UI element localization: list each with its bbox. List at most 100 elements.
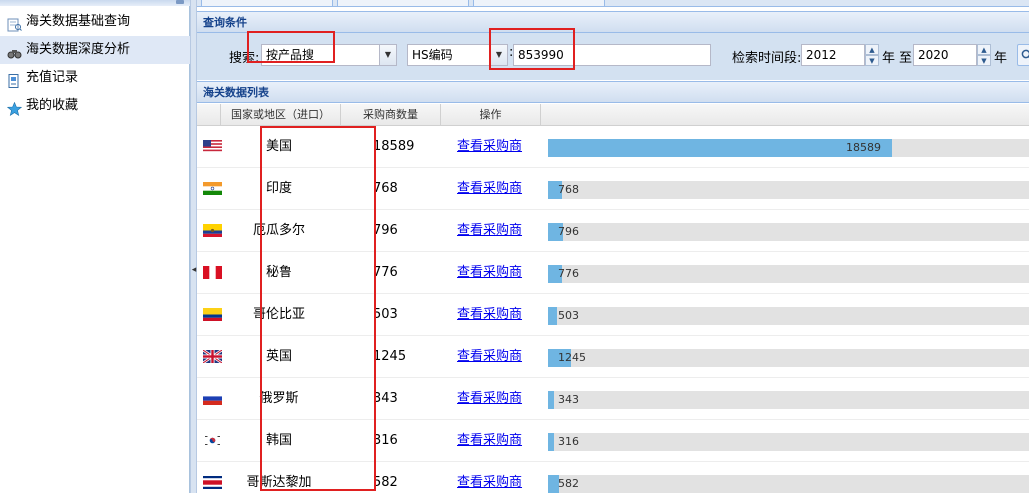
sidebar-collapse-tool[interactable]	[176, 0, 184, 4]
search-mode-select[interactable]: 按产品搜 ▼	[261, 44, 397, 66]
query-panel-header: 查询条件	[197, 11, 1029, 33]
view-buyers-link[interactable]: 查看采购商	[457, 126, 522, 168]
buyer-count-bar-track: 18589	[548, 139, 1029, 157]
buyer-count: 1245	[373, 349, 407, 364]
view-buyers-link[interactable]: 查看采购商	[457, 378, 522, 420]
buyer-count-bar-track: 503	[548, 307, 1029, 325]
spin-up-icon[interactable]: ▲	[865, 44, 879, 55]
sidebar: 海关数据基础查询 海关数据深度分析 充值记录 我的收藏	[0, 0, 190, 493]
table-row: 秘鲁 776 查看采购商 776	[197, 252, 1029, 294]
table-row: 俄罗斯 343 查看采购商 343	[197, 378, 1029, 420]
tab-strip	[197, 0, 1029, 7]
bar-value-label: 18589	[846, 141, 881, 154]
view-buyers-link[interactable]: 查看采购商	[457, 462, 522, 493]
chevron-down-icon[interactable]: ▼	[490, 45, 507, 65]
sidebar-item-recharge[interactable]: 充值记录	[0, 64, 190, 92]
table-row: 厄瓜多尔 796 查看采购商 796	[197, 210, 1029, 252]
year-to-input[interactable]: 2020 ▲ ▼	[913, 44, 991, 66]
chevron-down-icon[interactable]: ▼	[379, 45, 396, 65]
year-unit-label: 年	[882, 51, 896, 66]
bar-value-label: 343	[558, 393, 579, 406]
list-column-headers: 国家或地区（进口） 采购商数量 操作	[197, 104, 1029, 126]
star-icon	[6, 99, 23, 116]
bar-value-label: 796	[558, 225, 579, 238]
table-row: 印度 768 查看采购商 768	[197, 168, 1029, 210]
buyer-count: 503	[373, 307, 398, 322]
main-content: 查询条件 搜索: 按产品搜 ▼ HS编码 ▼ : 853990 检索时间段: 2…	[197, 0, 1029, 493]
bar-value-label: 768	[558, 183, 579, 196]
buyer-count: 768	[373, 181, 398, 196]
table-row: 美国 18589 查看采购商 18589	[197, 126, 1029, 168]
view-buyers-link[interactable]: 查看采购商	[457, 252, 522, 294]
code-type-select[interactable]: HS编码 ▼	[407, 44, 508, 66]
country-name: 哥伦比亚	[252, 307, 305, 322]
view-buyers-link[interactable]: 查看采购商	[457, 420, 522, 462]
country-name: 俄罗斯	[259, 391, 299, 406]
buyer-count: 582	[373, 475, 398, 490]
search-icon	[1021, 49, 1029, 59]
data-list: 美国 18589 查看采购商 18589 印度 768 查看采购商 768 厄瓜多尔 796 查看采…	[197, 126, 1029, 493]
country-name: 韩国	[265, 433, 292, 448]
column-header-buyer-count[interactable]: 采购商数量	[341, 104, 441, 126]
buyer-count-bar-track: 776	[548, 265, 1029, 283]
buyer-count-bar-track: 1245	[548, 349, 1029, 367]
sidebar-item-label: 充值记录	[26, 70, 79, 85]
sidebar-item-deep-analysis[interactable]: 海关数据深度分析	[0, 36, 190, 64]
view-buyers-link[interactable]: 查看采购商	[457, 210, 522, 252]
to-label: 至	[899, 51, 913, 66]
buyer-count-bar-track: 316	[548, 433, 1029, 451]
column-header-country[interactable]: 国家或地区（进口）	[221, 104, 341, 126]
code-type-value: HS编码	[412, 48, 453, 62]
spin-down-icon[interactable]: ▼	[977, 55, 991, 66]
view-buyers-link[interactable]: 查看采购商	[457, 168, 522, 210]
sidebar-item-label: 我的收藏	[26, 98, 79, 113]
buyer-count-bar-track: 768	[548, 181, 1029, 199]
document-search-icon	[7, 15, 22, 32]
column-header-action[interactable]: 操作	[441, 104, 541, 126]
buyer-count: 343	[373, 391, 398, 406]
view-buyers-link[interactable]: 查看采购商	[457, 294, 522, 336]
spin-up-icon[interactable]: ▲	[977, 44, 991, 55]
panel-splitter[interactable]: ◂	[190, 0, 197, 493]
search-button[interactable]	[1017, 44, 1029, 66]
bar-value-label: 1245	[558, 351, 586, 364]
buyer-count: 316	[373, 433, 398, 448]
binoculars-icon	[7, 43, 22, 59]
country-name: 英国	[265, 349, 292, 364]
bar-value-label: 776	[558, 267, 579, 280]
sidebar-item-label: 海关数据基础查询	[26, 14, 131, 29]
country-name: 厄瓜多尔	[252, 223, 305, 238]
receipt-icon	[7, 71, 22, 88]
tab-2[interactable]	[337, 0, 469, 7]
year-unit-label: 年	[994, 51, 1008, 66]
buyer-count-bar-track: 343	[548, 391, 1029, 409]
table-row: 英国 1245 查看采购商 1245	[197, 336, 1029, 378]
search-mode-value: 按产品搜	[266, 48, 315, 62]
country-name: 美国	[265, 139, 292, 154]
period-label: 检索时间段:	[732, 51, 802, 66]
buyer-count-bar	[548, 391, 554, 409]
buyer-count: 18589	[373, 139, 415, 154]
year-to-value: 2020	[918, 48, 949, 62]
country-name: 哥斯达黎加	[246, 475, 312, 490]
sidebar-item-basic-query[interactable]: 海关数据基础查询	[0, 8, 190, 36]
year-from-spinner[interactable]: ▲ ▼	[865, 44, 879, 66]
year-to-spinner[interactable]: ▲ ▼	[977, 44, 991, 66]
tab-1[interactable]	[201, 0, 333, 7]
query-form: 搜索: 按产品搜 ▼ HS编码 ▼ : 853990 检索时间段: 2012 ▲…	[197, 33, 1029, 80]
year-from-input[interactable]: 2012 ▲ ▼	[801, 44, 879, 66]
spin-down-icon[interactable]: ▼	[865, 55, 879, 66]
search-label: 搜索:	[229, 51, 260, 66]
bar-value-label: 316	[558, 435, 579, 448]
table-row: 哥伦比亚 503 查看采购商 503	[197, 294, 1029, 336]
view-buyers-link[interactable]: 查看采购商	[457, 336, 522, 378]
column-header-flag	[197, 104, 221, 126]
year-from-value: 2012	[806, 48, 837, 62]
sidebar-top-strip	[0, 0, 190, 6]
tab-3[interactable]	[473, 0, 605, 7]
buyer-count-bar-track: 582	[548, 475, 1029, 493]
hs-code-input[interactable]: 853990	[513, 44, 711, 66]
sidebar-item-favorites[interactable]: 我的收藏	[0, 92, 190, 120]
bar-value-label: 582	[558, 477, 579, 490]
buyer-count: 776	[373, 265, 398, 280]
